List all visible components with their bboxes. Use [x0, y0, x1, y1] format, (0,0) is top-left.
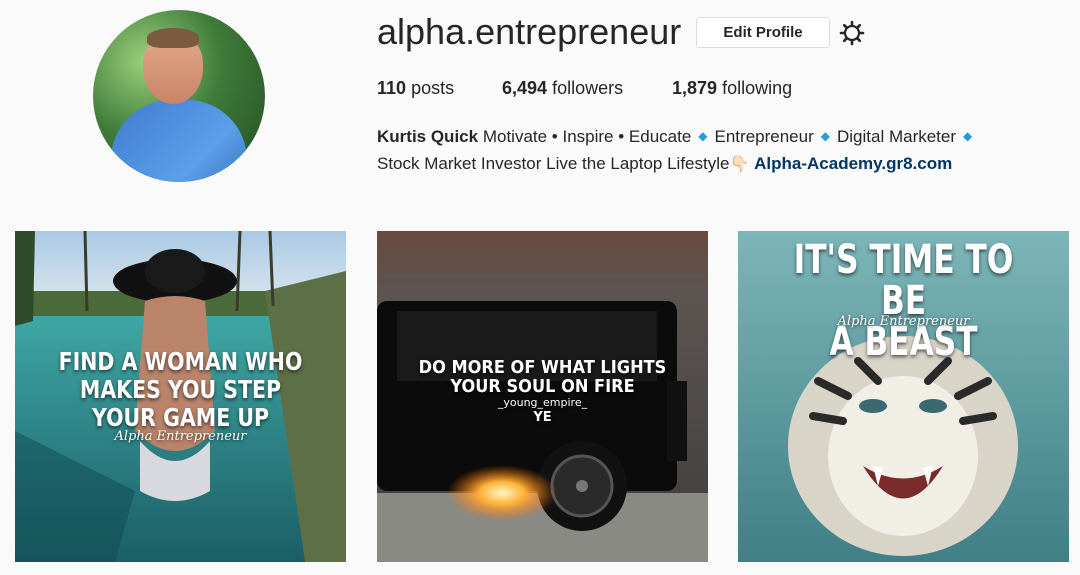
- caption-line: IT'S TIME TO BE: [793, 237, 1014, 324]
- followers-label: followers: [552, 78, 624, 98]
- posts-stat: 110 posts: [377, 77, 454, 99]
- post-tile[interactable]: DO MORE OF WHAT LIGHTS YOUR SOUL ON FIRE…: [377, 231, 708, 562]
- bio-entrepreneur: Entrepreneur: [714, 127, 814, 146]
- post-signature: Alpha Entrepreneur: [837, 314, 970, 329]
- posts-label: posts: [411, 78, 455, 98]
- followers-count: 6,494: [502, 78, 548, 98]
- post-caption: DO MORE OF WHAT LIGHTS YOUR SOUL ON FIRE: [394, 358, 692, 396]
- caption-line: YOUR SOUL ON FIRE: [450, 376, 635, 397]
- bio-digital-marketer: Digital Marketer: [836, 127, 957, 146]
- post-tile[interactable]: FIND A WOMAN WHO MAKES YOU STEP YOUR GAM…: [15, 231, 346, 562]
- diamond-icon: ◆: [963, 129, 973, 143]
- post-tile[interactable]: IT'S TIME TO BE A BEAST Alpha Entreprene…: [738, 231, 1069, 562]
- profile-username: alpha.entrepreneur: [377, 11, 682, 52]
- avatar-hair: [147, 28, 199, 48]
- diamond-icon: ◆: [820, 129, 830, 143]
- following-stat[interactable]: 1,879 following: [672, 77, 792, 99]
- pointing-down-icon: 👇🏻: [729, 156, 750, 173]
- caption-line: DO MORE OF WHAT LIGHTS: [418, 357, 667, 378]
- profile-bio: Kurtis Quick Motivate • Inspire • Educat…: [377, 123, 979, 178]
- caption-line: FIND A WOMAN WHO: [58, 347, 303, 376]
- avatar-shirt: [111, 100, 247, 182]
- diamond-icon: ◆: [698, 129, 708, 143]
- following-count: 1,879: [672, 78, 718, 98]
- post-caption: FIND A WOMAN WHO MAKES YOU STEP YOUR GAM…: [45, 348, 316, 432]
- followers-stat[interactable]: 6,494 followers: [502, 77, 623, 99]
- gear-icon[interactable]: [839, 20, 865, 46]
- post-caption: IT'S TIME TO BE A BEAST: [774, 240, 1032, 363]
- bio-full-name: Kurtis Quick: [377, 127, 479, 146]
- bio-investor-text: Stock Market Investor Live the Laptop Li…: [377, 154, 730, 173]
- post-signature: Alpha Entrepreneur: [114, 429, 247, 444]
- bio-website-link[interactable]: Alpha-Academy.gr8.com: [754, 154, 952, 173]
- caption-line: YOUR GAME UP: [91, 403, 270, 432]
- profile-avatar[interactable]: [93, 10, 265, 182]
- bio-line-2: Stock Market Investor Live the Laptop Li…: [377, 150, 979, 178]
- edit-profile-button[interactable]: Edit Profile: [696, 17, 830, 48]
- bio-tagline: Motivate • Inspire • Educate: [482, 127, 692, 146]
- caption-line: MAKES YOU STEP: [79, 375, 282, 404]
- posts-count: 110: [377, 78, 407, 98]
- bio-line-1: Kurtis Quick Motivate • Inspire • Educat…: [377, 123, 979, 150]
- post-credit: _young_empire_: [497, 396, 588, 409]
- post-logo-mark: YE: [533, 410, 552, 425]
- following-label: following: [722, 78, 793, 98]
